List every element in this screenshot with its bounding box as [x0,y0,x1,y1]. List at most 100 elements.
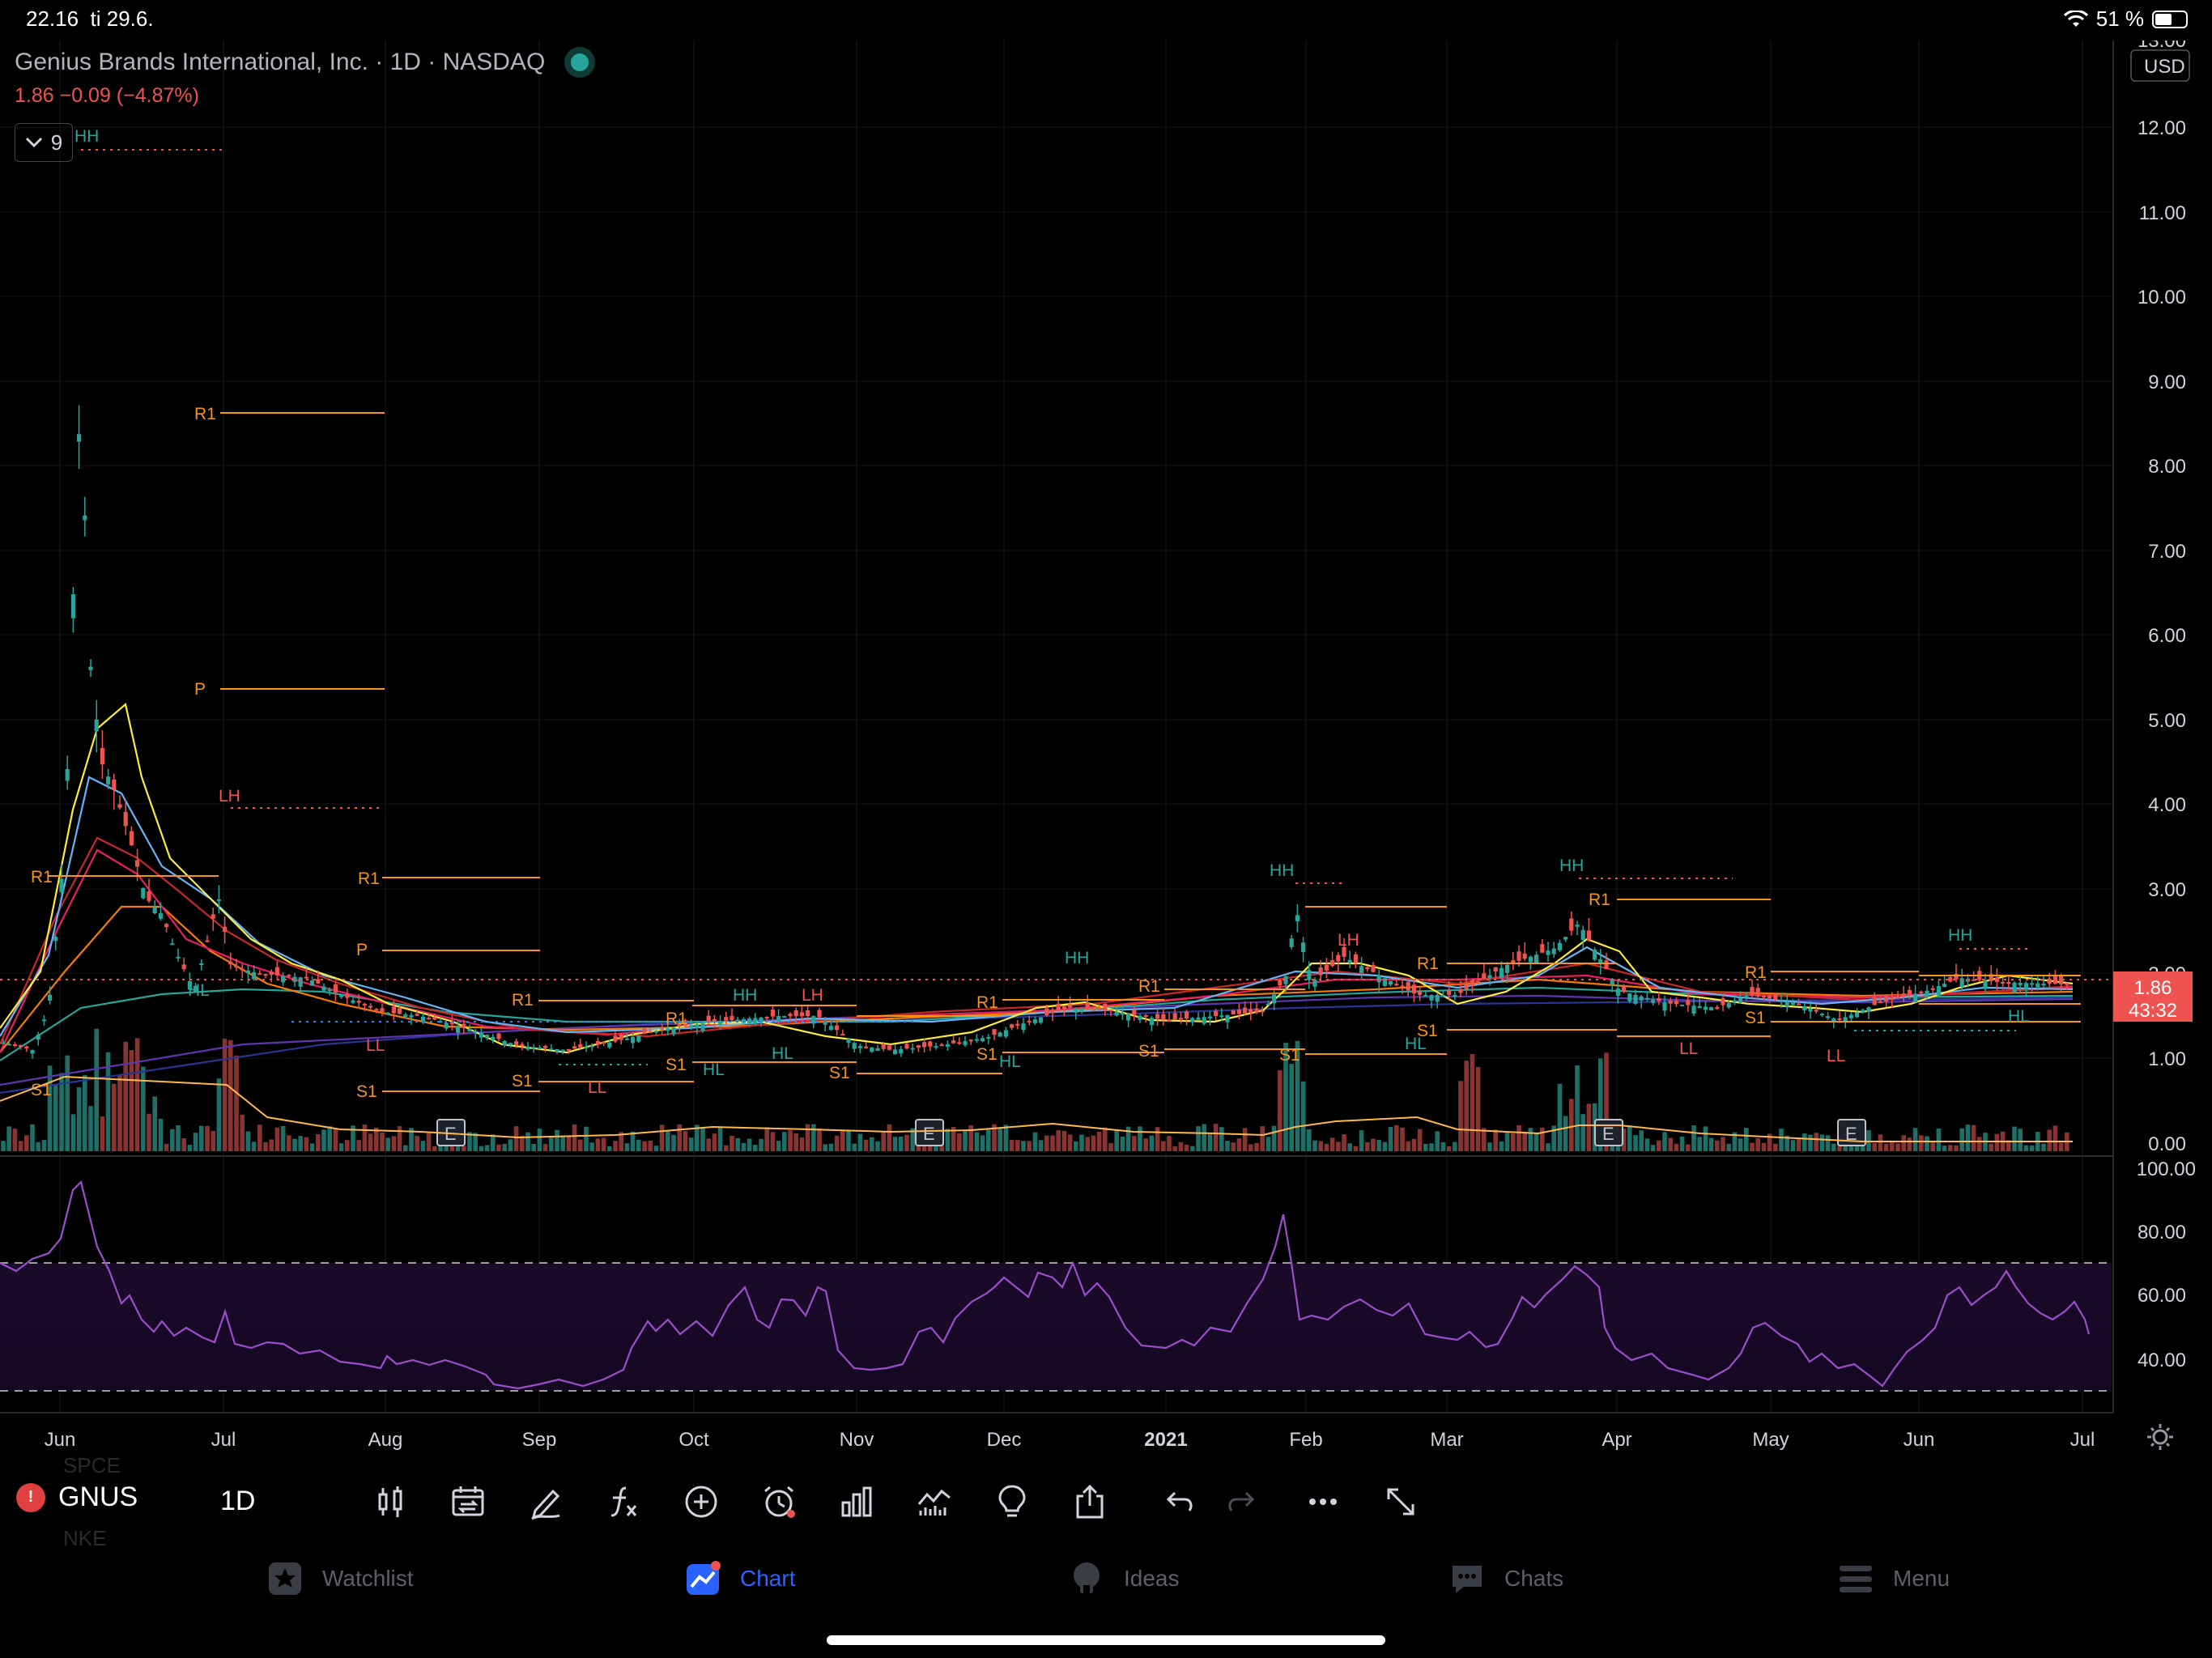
candle-body [1895,996,1900,999]
volume-bar [1511,1133,1516,1151]
volume-bar [1044,1135,1049,1151]
candle-body [811,1016,816,1024]
candle-body [1464,984,1469,990]
bar-countdown: 43:32 [2129,1000,2177,1022]
candle-body [1347,959,1352,963]
candle-body [992,1029,997,1035]
volume-bar [397,1126,402,1151]
candle-body [1418,991,1423,995]
swing-labels: HH LH HL LL LL HH LH HL HL HH HL HH LH H… [74,127,2030,1097]
candle-body [1715,1007,1720,1010]
volume-bar [1278,1070,1283,1151]
candle-body [1948,976,1953,982]
swing-label: HL [188,981,210,1000]
volume-bar [636,1139,641,1151]
tab-chart[interactable]: Chart [685,1561,795,1596]
candle-body [1615,988,1620,997]
price-axis-label: 1.00 [2148,1048,2186,1070]
volume-bar [788,1130,793,1151]
settings-gear-icon[interactable] [2147,1424,2173,1450]
candle-body [1143,1014,1148,1018]
candle-body [566,1048,571,1051]
volume-bar [53,1084,58,1151]
compare-button[interactable] [445,1479,491,1524]
volume-bar [717,1127,723,1151]
chart-svg[interactable]: R1 P R1 R1 P S1 S1 S1 S1 S1 S1 S1 S1 S1 … [0,30,2212,1457]
battery-icon [2152,10,2188,28]
earnings-marker[interactable]: E [1594,1119,1623,1146]
volume-bar [298,1136,303,1151]
interval-button[interactable]: 1D [220,1486,255,1517]
financials-button[interactable] [834,1479,879,1524]
volume-bar [403,1145,408,1151]
candle-body [870,1047,874,1052]
candle-body [41,1019,46,1022]
volume-bar [1825,1135,1831,1151]
tab-ideas[interactable]: Ideas [1069,1561,1180,1596]
tab-watchlist[interactable]: Watchlist [267,1561,414,1596]
add-button[interactable] [678,1479,724,1524]
indicators-button[interactable] [601,1479,646,1524]
candle-body [776,1016,781,1022]
candle-body [269,971,274,976]
ideas-button[interactable] [989,1479,1035,1524]
volume-bar [1482,1128,1487,1151]
home-indicator[interactable] [827,1635,1385,1645]
chart-legend[interactable]: Genius Brands International, Inc. · 1D ·… [15,49,589,108]
tab-menu[interactable]: Menu [1838,1561,1950,1596]
volume-bar [368,1133,373,1151]
volume-bar [1202,1124,1206,1151]
time-axis-label: 2021 [1144,1429,1187,1451]
candle-body [48,994,53,1001]
data-window-button[interactable] [912,1479,957,1524]
time-axis[interactable]: Jun Jul Aug Sep Oct Nov Dec 2021 Feb Mar… [45,1429,2095,1451]
candle-body [934,1046,938,1048]
chart-canvas[interactable]: R1 P R1 R1 P S1 S1 S1 S1 S1 S1 S1 S1 S1 … [0,30,2212,1457]
indicators-toggle-button[interactable]: 9 [15,123,73,162]
share-button[interactable] [1067,1479,1112,1524]
candle-body [1586,930,1591,940]
candle-body [240,968,245,971]
fullscreen-button[interactable] [1378,1479,1423,1524]
candle-body [963,1041,968,1045]
symbol-title: Genius Brands International, Inc. · 1D ·… [15,49,546,75]
volume-bar [292,1138,297,1151]
volume-bar [1079,1134,1084,1151]
candle-body [1703,1006,1708,1010]
candle-body [764,1017,769,1019]
battery-percent: 51 % [2095,6,2144,31]
pivot-label: S1 [512,1072,533,1090]
volume-bar [1225,1141,1230,1151]
volume-bar [65,1055,70,1151]
candle-body [968,1039,973,1042]
candle-body [549,1048,554,1051]
rsi-axis[interactable]: 100.00 80.00 60.00 40.00 [2137,1158,2196,1371]
candle-body [1528,956,1533,963]
candle-body [636,1035,641,1042]
bar-chart-icon [841,1486,872,1517]
volume-bar [1994,1133,2000,1151]
candle-body [782,1016,787,1018]
earnings-marker[interactable]: E [915,1119,944,1146]
volume-bar [1814,1133,1819,1151]
volume-bar [1155,1127,1160,1151]
currency-badge[interactable]: USD [2130,49,2190,82]
drawing-tools-button[interactable] [523,1479,568,1524]
redo-button[interactable] [1218,1479,1263,1524]
symbol-search-button[interactable]: ! GNUS [16,1482,138,1513]
currency-label: USD [2144,56,2185,78]
volume-bar [607,1146,612,1151]
candle-body [1732,1000,1737,1002]
status-date: ti 29.6. [90,6,154,31]
tab-chats[interactable]: Chats [1449,1561,1563,1596]
alert-button[interactable] [756,1479,802,1524]
volume-bar [1190,1146,1195,1151]
volume-bar [1971,1124,1976,1151]
volume-bar [1394,1124,1399,1151]
chart-type-button[interactable] [368,1479,413,1524]
volume-bar [1959,1128,1964,1151]
more-button[interactable] [1300,1479,1346,1524]
undo-button[interactable] [1158,1479,1203,1524]
volume-bar [345,1140,350,1151]
volume-bar [2058,1142,2064,1151]
